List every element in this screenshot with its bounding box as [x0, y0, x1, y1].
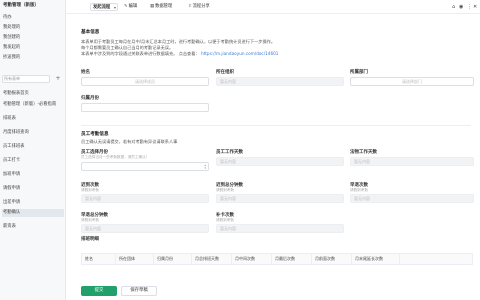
late-count-field: 暂无内容 [81, 194, 209, 203]
late-minutes-field: 暂无内容 [216, 194, 344, 203]
basic-info-title: 基本信息 [81, 30, 100, 35]
desc-text: 本表单中涉及到的字段通过关联表单进行数据填充。 [81, 51, 178, 56]
f3-label: 法物工作天数 [350, 150, 377, 155]
attendance-info-title: 员工考勤信息 [81, 132, 109, 137]
data-manage-button[interactable]: ▦数据管理 [150, 3, 172, 11]
table-header-cell: 归属月份 [154, 254, 192, 264]
user-icon[interactable]: ◉ [459, 4, 463, 10]
f8-hint: 请假到考勤 [216, 218, 234, 222]
table-header-cell: 月末尾延长次数 [352, 254, 400, 264]
sidebar-item-report-home[interactable]: 考勤报表首页 [2, 90, 64, 98]
sidebar-item-overtime[interactable]: 加班申请 [2, 171, 64, 179]
table-header-cell: 月总排班天数 [192, 254, 232, 264]
attendance-note: 员工确认无误请提交，若有对考勤有异议请联系人事 [81, 139, 178, 144]
add-icon[interactable]: + [54, 75, 62, 83]
edit-button[interactable]: ✎编辑 [124, 3, 137, 11]
schedule-detail-table: 姓名 所在团体 归属月份 月总排班天数 月中间次数 月最后次数 月前面次数 月末… [81, 253, 473, 265]
share-icon: ⇪ [188, 4, 192, 9]
month-label: 归属月份 [81, 96, 99, 101]
sidebar-item-business-trip[interactable]: 出差申请 [2, 199, 64, 207]
f5-hint: 请假到考勤 [216, 188, 234, 192]
edit-icon: ✎ [124, 4, 128, 9]
dept-label: 所属部门 [350, 70, 368, 75]
start-process-label: 发起流程 [93, 5, 111, 10]
app-title: 考勤管理（新版） [3, 3, 39, 8]
name-member-picker[interactable]: 请选择成员 [81, 77, 209, 86]
chevron-down-icon: ▾ [113, 5, 116, 10]
name-label: 姓名 [81, 70, 90, 75]
share-label: 流程分享 [192, 4, 210, 9]
more-icon[interactable]: ⋮ [467, 4, 472, 10]
stepper-icon[interactable]: ▴ ▾ [204, 164, 206, 170]
table-header-cell: 月最后次数 [272, 254, 312, 264]
location-label: 所在组织 [216, 70, 234, 75]
help-link[interactable]: https://m.jiandaoyun.com/doc/14601 [201, 51, 278, 56]
share-button[interactable]: ⇪流程分享 [188, 3, 210, 11]
early-leave-count-field: 暂无内容 [350, 194, 474, 203]
top-toolbar: 发起流程 ▾ ✎编辑 ▦数据管理 ⇪流程分享 ⌂ ◉ ⋮ ✕ [66, 0, 480, 14]
link-prefix: 点击查看： [178, 51, 200, 56]
edit-label: 编辑 [128, 4, 138, 9]
month-field[interactable] [81, 103, 209, 112]
desc-line: 本表单中涉及到的字段通过关联表单进行数据填充。 点击查看： https://m.… [81, 51, 278, 57]
sidebar-item-schedule[interactable]: 排班表 [2, 115, 64, 123]
makeup-count-field: 暂无内容 [216, 224, 344, 233]
sidebar-item-todo[interactable]: 待办 [2, 14, 64, 22]
sidebar-item-handled[interactable]: 我处理的 [2, 24, 64, 32]
table-header-cell: 所在团体 [116, 254, 154, 264]
f7-hint: 请假到考勤 [81, 218, 99, 222]
start-process-button[interactable]: 发起流程 ▾ [90, 3, 118, 11]
table-header-cell: 月前面次数 [312, 254, 352, 264]
sidebar-item-initiated[interactable]: 我发起的 [2, 44, 64, 52]
sidebar: 考勤管理（新版） 待办 我处理的 我创建的 我发起的 抄送我的 所有表单 + 考… [0, 0, 66, 300]
table-header-cell: 姓名 [82, 254, 116, 264]
f6-hint: 请假到考勤 [350, 188, 368, 192]
sidebar-item-confirm[interactable]: 考勤确认 [2, 209, 64, 217]
grid-icon: ▦ [150, 4, 155, 9]
sidebar-item-leave[interactable]: 请假申请 [2, 185, 64, 193]
f2-label: 员工工作天数 [216, 150, 243, 155]
form-search-input[interactable]: 所有表单 [2, 75, 50, 83]
close-icon[interactable]: ✕ [473, 4, 477, 10]
sidebar-item-guide[interactable]: 考勤管理（新版）-必看指南 [2, 101, 64, 109]
form-content: 基本信息 本表单用于考勤员工每月在月中/月末汇总本月工时，进行考勤确认，以便于考… [66, 14, 480, 300]
sidebar-item-created[interactable]: 我创建的 [2, 34, 64, 42]
table-header-cell: 月中间次数 [232, 254, 272, 264]
submit-button[interactable]: 提交 [81, 286, 117, 296]
legal-work-days-field: 暂无内容 [350, 157, 474, 166]
f4-hint: 请假到考勤 [81, 188, 99, 192]
work-days-field: 暂无内容 [216, 157, 344, 166]
early-leave-minutes-field: 暂无内容 [81, 224, 209, 233]
sidebar-item-monthly-query[interactable]: 月度排班查询 [2, 129, 64, 137]
sidebar-item-clock-in[interactable]: 员工打卡 [2, 157, 64, 165]
dept-picker[interactable]: 请选择部门 [350, 77, 474, 86]
location-field: 暂无内容 [216, 77, 344, 86]
sidebar-item-salary[interactable]: 薪资表 [2, 223, 64, 231]
divider [81, 125, 471, 126]
f1-hint: 员工选择当月一些考勤数据，请员工确认！ [81, 155, 150, 159]
data-manage-label: 数据管理 [155, 4, 173, 9]
sidebar-item-employee-schedule[interactable]: 员工排班表 [2, 143, 64, 151]
home-icon[interactable]: ⌂ [452, 4, 455, 10]
month-select-input[interactable]: ▴ ▾ [81, 162, 209, 171]
save-draft-button[interactable]: 保存草稿 [121, 286, 157, 296]
sidebar-item-cc[interactable]: 抄送我的 [2, 54, 64, 62]
schedule-detail-title: 排班明细 [81, 237, 99, 242]
